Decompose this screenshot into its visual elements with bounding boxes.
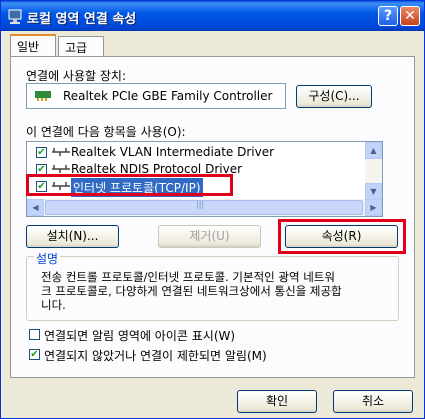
tab-advanced[interactable]: 고급 — [58, 36, 104, 56]
help-button[interactable]: ? — [378, 6, 398, 26]
thumb-grip-icon: ||| — [196, 200, 205, 209]
window-title: 로컬 영역 연결 속성 — [27, 12, 137, 27]
description-line: 전송 컨트롤 프로토콜/인터넷 프로토콜. 기본적인 광역 네트워 — [41, 270, 335, 284]
scroll-left-icon[interactable]: ◀ — [27, 199, 44, 216]
vertical-scrollbar[interactable]: ▲ ▼ — [365, 142, 382, 200]
notify-limited-checkbox[interactable]: ✔ — [29, 349, 40, 360]
horizontal-scrollbar[interactable]: ◀ ||| ▶ — [27, 199, 382, 216]
properties-dialog: 로컬 영역 연결 속성 ? ✕ 일반 고급 연결에 사용할 장치: Realte… — [0, 0, 425, 419]
device-label: 연결에 사용할 장치: — [26, 69, 126, 83]
title-bar[interactable]: 로컬 영역 연결 속성 ? ✕ — [1, 1, 424, 31]
component-checkbox[interactable]: ✔ — [36, 147, 47, 158]
highlight-tcpip-annotation — [26, 174, 233, 196]
device-field: Realtek PCIe GBE Family Controller — [26, 83, 286, 109]
cancel-button[interactable]: 취소 — [333, 390, 413, 413]
component-label: Realtek VLAN Intermediate Driver — [71, 145, 275, 159]
components-label: 이 연결에 다음 항목을 사용(O): — [26, 125, 186, 139]
list-item[interactable]: ✔ Realtek VLAN Intermediate Driver — [27, 144, 367, 160]
install-button[interactable]: 설치(N)... — [26, 225, 119, 248]
scroll-up-icon[interactable]: ▲ — [365, 142, 382, 159]
notify-limited-label: 연결되지 않았거나 연결이 제한되면 알림(M) — [44, 349, 267, 363]
tab-general[interactable]: 일반 — [10, 34, 56, 56]
scroll-right-icon[interactable]: ▶ — [365, 199, 382, 216]
show-icon-checkbox[interactable] — [29, 329, 40, 340]
show-icon-label: 연결되면 알림 영역에 아이콘 표시(W) — [44, 329, 236, 343]
network-adapter-icon — [35, 91, 51, 101]
description-text: 전송 컨트롤 프로토콜/인터넷 프로토콜. 기본적인 광역 네트워 크 프로토콜… — [41, 270, 391, 312]
configure-button[interactable]: 구성(C)... — [296, 85, 372, 108]
device-name: Realtek PCIe GBE Family Controller — [63, 89, 273, 103]
description-line: 크 프로토콜로, 다양하게 연결된 네트워크상에서 통신을 제공합 — [41, 284, 342, 298]
description-heading: 설명 — [34, 250, 61, 267]
close-button[interactable]: ✕ — [400, 6, 420, 26]
network-connection-icon — [8, 9, 22, 24]
ok-button[interactable]: 확인 — [237, 390, 317, 413]
protocol-icon — [52, 165, 70, 173]
protocol-icon — [52, 148, 70, 156]
description-line: 니다. — [41, 298, 66, 312]
scroll-down-icon[interactable]: ▼ — [365, 183, 382, 200]
horizontal-scroll-thumb[interactable]: ||| — [45, 200, 363, 215]
uninstall-button[interactable]: 제거(U) — [158, 225, 261, 248]
highlight-properties-annotation — [278, 219, 406, 254]
